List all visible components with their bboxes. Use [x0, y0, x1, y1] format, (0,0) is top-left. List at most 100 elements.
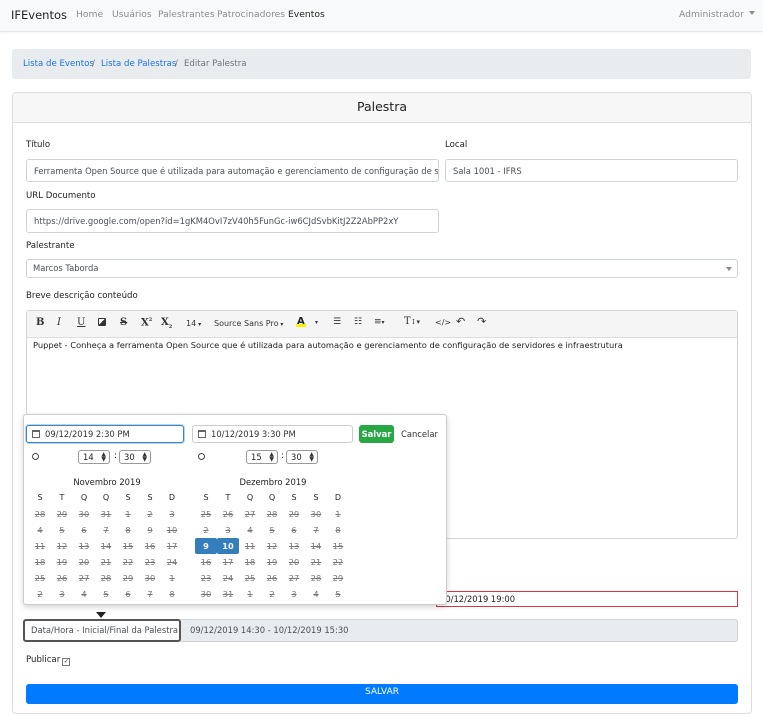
calendar-day[interactable]: 26 — [261, 570, 283, 586]
calendar-day[interactable]: 22 — [327, 554, 349, 570]
calendar-day[interactable]: 27 — [239, 506, 261, 522]
calendar-day[interactable]: 24 — [161, 554, 183, 570]
calendar-day-end[interactable]: 10 — [217, 538, 239, 554]
picker-end-input[interactable]: 10/12/2019 3:30 PM — [192, 425, 353, 443]
calendar-day[interactable]: 7 — [305, 522, 327, 538]
calendar-day[interactable]: 25 — [195, 506, 217, 522]
calendar-day[interactable]: 1 — [327, 506, 349, 522]
calendar-day[interactable]: 19 — [261, 554, 283, 570]
calendar-day[interactable]: 27 — [283, 570, 305, 586]
calendar-day[interactable]: 1 — [117, 506, 139, 522]
publicar-checkbox-row[interactable]: Publicar ✓ — [26, 655, 71, 666]
right-minute-select[interactable]: 30 ▲ ▼ — [286, 450, 318, 464]
underline-button[interactable]: U — [77, 317, 85, 328]
left-hour-select[interactable]: 14 ▲ ▼ — [78, 450, 110, 464]
nav-patrocinadores[interactable]: Patrocinadores — [217, 9, 285, 20]
calendar-day[interactable]: 30 — [139, 570, 161, 586]
calendar-day[interactable]: 8 — [117, 522, 139, 538]
calendar-day[interactable]: 16 — [195, 554, 217, 570]
calendar-day[interactable]: 13 — [73, 538, 95, 554]
nav-palestrantes[interactable]: Palestrantes — [158, 9, 215, 20]
calendar-day[interactable]: 15 — [117, 538, 139, 554]
calendar-day[interactable]: 24 — [217, 570, 239, 586]
url-input[interactable]: https://drive.google.com/open?id=1gKM4Ov… — [26, 209, 439, 233]
calendar-day[interactable]: 15 — [327, 538, 349, 554]
calendar-day[interactable]: 20 — [283, 554, 305, 570]
left-minute-select[interactable]: 30 ▲ ▼ — [119, 450, 151, 464]
publicar-checkbox[interactable]: ✓ — [62, 658, 71, 666]
calendar-day[interactable]: 4 — [305, 586, 327, 602]
calendar-day[interactable]: 29 — [51, 506, 73, 522]
line-height-icon[interactable]: T↕▾ — [404, 316, 420, 327]
calendar-day[interactable]: 30 — [73, 506, 95, 522]
user-menu[interactable]: Administrador — [679, 9, 755, 20]
calendar-day[interactable]: 30 — [195, 586, 217, 602]
save-button[interactable]: SALVAR — [26, 684, 738, 704]
calendar-day[interactable]: 12 — [51, 538, 73, 554]
end-datetime-input[interactable]: 10/12/2019 19:00 — [436, 591, 738, 607]
redo-icon[interactable]: ↷ — [477, 315, 486, 328]
ordered-list-icon[interactable]: ☷ — [354, 317, 362, 327]
calendar-day[interactable]: 2 — [29, 586, 51, 602]
calendar-day[interactable]: 23 — [139, 554, 161, 570]
local-input[interactable]: Sala 1001 - IFRS — [445, 159, 738, 182]
eraser-icon[interactable] — [98, 318, 106, 326]
calendar-day[interactable]: 8 — [327, 522, 349, 538]
picker-cancel-button[interactable]: Cancelar — [401, 429, 438, 439]
calendar-day[interactable]: 19 — [51, 554, 73, 570]
palestrante-select[interactable]: Marcos Taborda — [26, 259, 738, 278]
calendar-day[interactable]: 26 — [217, 506, 239, 522]
calendar-day[interactable]: 7 — [95, 522, 117, 538]
paragraph-align-icon[interactable]: ≡▾ — [374, 317, 385, 327]
calendar-day[interactable]: 10 — [161, 522, 183, 538]
calendar-day[interactable]: 11 — [239, 538, 261, 554]
calendar-day[interactable]: 17 — [217, 554, 239, 570]
calendar-day[interactable]: 5 — [95, 586, 117, 602]
calendar-day[interactable]: 29 — [283, 506, 305, 522]
calendar-day[interactable]: 29 — [117, 570, 139, 586]
datetime-range-input[interactable]: 09/12/2019 14:30 - 10/12/2019 15:30 — [190, 625, 348, 635]
calendar-day[interactable]: 29 — [327, 570, 349, 586]
calendar-day[interactable]: 11 — [29, 538, 51, 554]
calendar-day[interactable]: 28 — [305, 570, 327, 586]
nav-eventos[interactable]: Eventos — [288, 9, 325, 20]
calendar-day[interactable]: 6 — [73, 522, 95, 538]
nav-home[interactable]: Home — [76, 9, 103, 20]
font-family-dropdown[interactable]: Source Sans Pro ▾ — [214, 319, 283, 328]
calendar-day[interactable]: 23 — [195, 570, 217, 586]
calendar-day[interactable]: 3 — [161, 506, 183, 522]
brand-logo[interactable]: IFEventos — [11, 8, 67, 22]
calendar-day[interactable]: 2 — [261, 586, 283, 602]
calendar-day[interactable]: 6 — [283, 522, 305, 538]
calendar-day[interactable]: 31 — [217, 586, 239, 602]
calendar-day[interactable]: 28 — [95, 570, 117, 586]
calendar-day[interactable]: 28 — [261, 506, 283, 522]
calendar-day[interactable]: 7 — [139, 586, 161, 602]
font-size-dropdown[interactable]: 14 ▾ — [186, 319, 201, 328]
highlight-color-button[interactable]: A — [296, 316, 306, 327]
titulo-input[interactable]: Ferramenta Open Source que é utilizada p… — [26, 159, 439, 182]
calendar-day[interactable]: 14 — [305, 538, 327, 554]
calendar-day[interactable]: 31 — [95, 506, 117, 522]
calendar-day[interactable]: 21 — [95, 554, 117, 570]
calendar-day[interactable]: 4 — [239, 522, 261, 538]
chevron-down-icon[interactable]: ▾ — [315, 319, 318, 326]
calendar-day[interactable]: 3 — [283, 586, 305, 602]
calendar-day[interactable]: 25 — [239, 570, 261, 586]
strikethrough-button[interactable]: S — [120, 317, 127, 328]
picker-start-input[interactable]: 09/12/2019 2:30 PM — [26, 425, 184, 443]
calendar-day[interactable]: 2 — [195, 522, 217, 538]
italic-button[interactable]: I — [57, 317, 61, 328]
calendar-day[interactable]: 17 — [161, 538, 183, 554]
calendar-day[interactable]: 22 — [117, 554, 139, 570]
calendar-day[interactable]: 30 — [305, 506, 327, 522]
calendar-day[interactable]: 27 — [73, 570, 95, 586]
calendar-day[interactable]: 1 — [239, 586, 261, 602]
calendar-day[interactable]: 18 — [29, 554, 51, 570]
calendar-day[interactable]: 2 — [139, 506, 161, 522]
calendar-day[interactable]: 13 — [283, 538, 305, 554]
calendar-day[interactable]: 9 — [139, 522, 161, 538]
calendar-day[interactable]: 8 — [161, 586, 183, 602]
calendar-day[interactable]: 16 — [139, 538, 161, 554]
right-hour-select[interactable]: 15 ▲ ▼ — [246, 450, 278, 464]
